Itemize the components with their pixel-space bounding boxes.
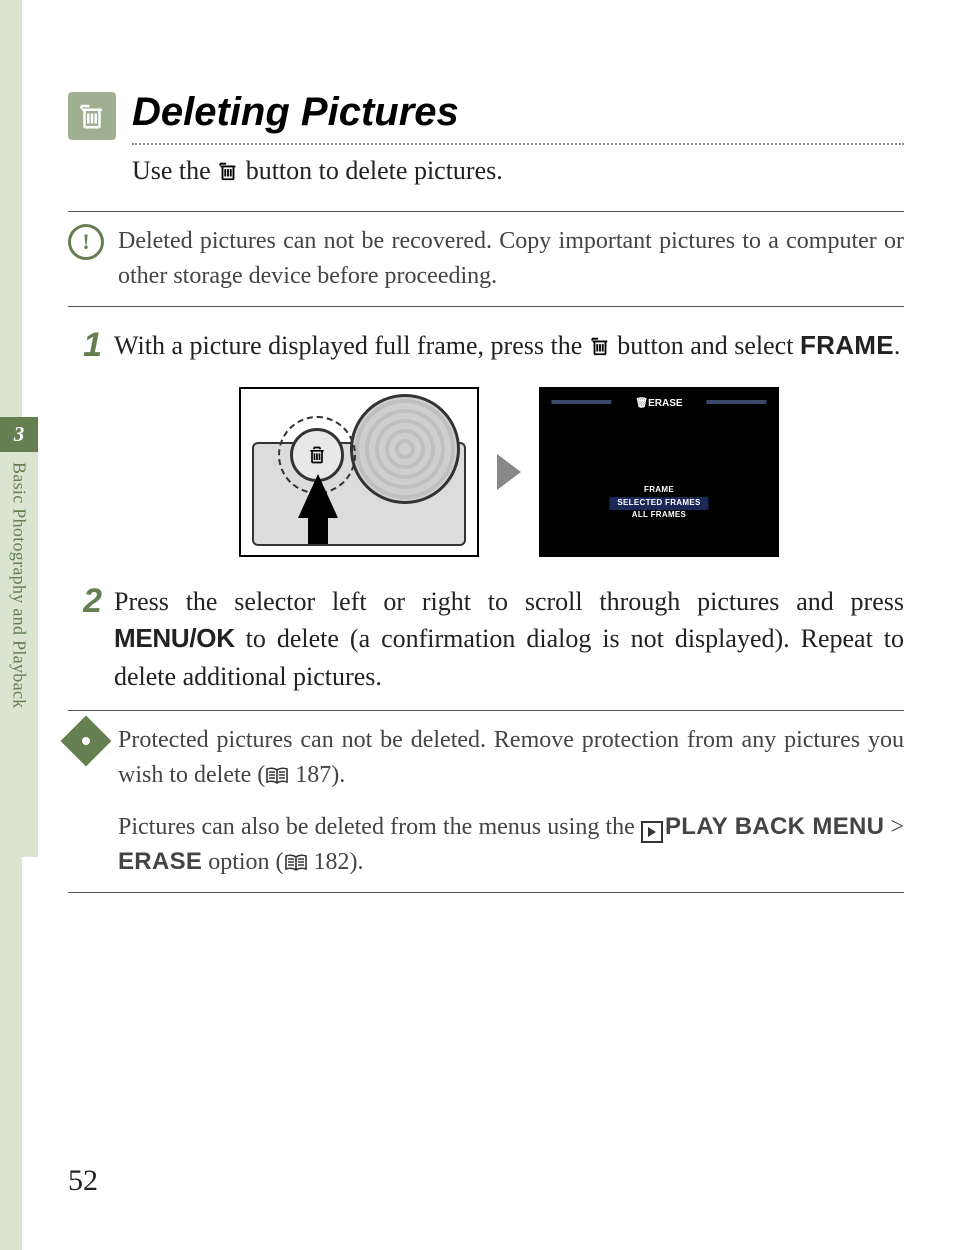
playback-icon [641, 821, 663, 843]
erase-option-selected-frames: SELECTED FRAMES [609, 497, 708, 510]
section-title: Deleting Pictures [132, 90, 904, 135]
note-icon [68, 723, 104, 759]
caution-icon: ! [68, 224, 104, 260]
note-icon-spacer [68, 810, 104, 846]
up-arrow-icon [298, 474, 338, 518]
page-number: 52 [68, 1164, 98, 1198]
chapter-number: 3 [0, 417, 38, 452]
erase-option-frame: FRAME [609, 485, 708, 496]
camera-illustration [239, 387, 479, 557]
step-1-illustration: 🗑ERASE FRAME SELECTED FRAMES ALL FRAMES [114, 387, 904, 557]
book-icon [265, 762, 289, 788]
erase-menu-screen: 🗑ERASE FRAME SELECTED FRAMES ALL FRAMES [539, 387, 779, 557]
caution-block: ! Deleted pictures can not be recovered.… [68, 211, 904, 307]
step-2-number: 2 [68, 583, 102, 696]
arrow-right-icon [497, 454, 521, 490]
chapter-label: Basic Photography and Playback [0, 452, 38, 857]
trash-icon [68, 92, 116, 140]
caution-text: Deleted pictures can not be recovered. C… [118, 224, 904, 294]
trash-icon-small: 🗑 [635, 398, 648, 409]
note-1-text: Protected pictures can not be deleted. R… [118, 723, 904, 793]
intro-text: Use the button to delete pictures. [132, 153, 904, 189]
step-1: 1 With a picture displayed full frame, p… [68, 327, 904, 557]
book-icon [284, 849, 308, 875]
step-1-text: With a picture displayed full frame, pre… [114, 327, 904, 557]
trash-icon-inline [589, 331, 611, 360]
title-underline [132, 143, 904, 145]
chapter-tab: 3 Basic Photography and Playback [0, 417, 38, 857]
step-2: 2 Press the selector left or right to sc… [68, 583, 904, 696]
step-1-number: 1 [68, 327, 102, 557]
erase-screen-title: ERASE [648, 398, 682, 409]
notes-block: Protected pictures can not be deleted. R… [68, 710, 904, 893]
section-title-row: Deleting Pictures Use the button to dele… [68, 90, 904, 189]
note-2-text: Pictures can also be deleted from the me… [118, 810, 904, 880]
trash-icon-inline [217, 156, 239, 185]
step-2-text: Press the selector left or right to scro… [114, 583, 904, 696]
erase-option-all-frames: ALL FRAMES [609, 510, 708, 521]
